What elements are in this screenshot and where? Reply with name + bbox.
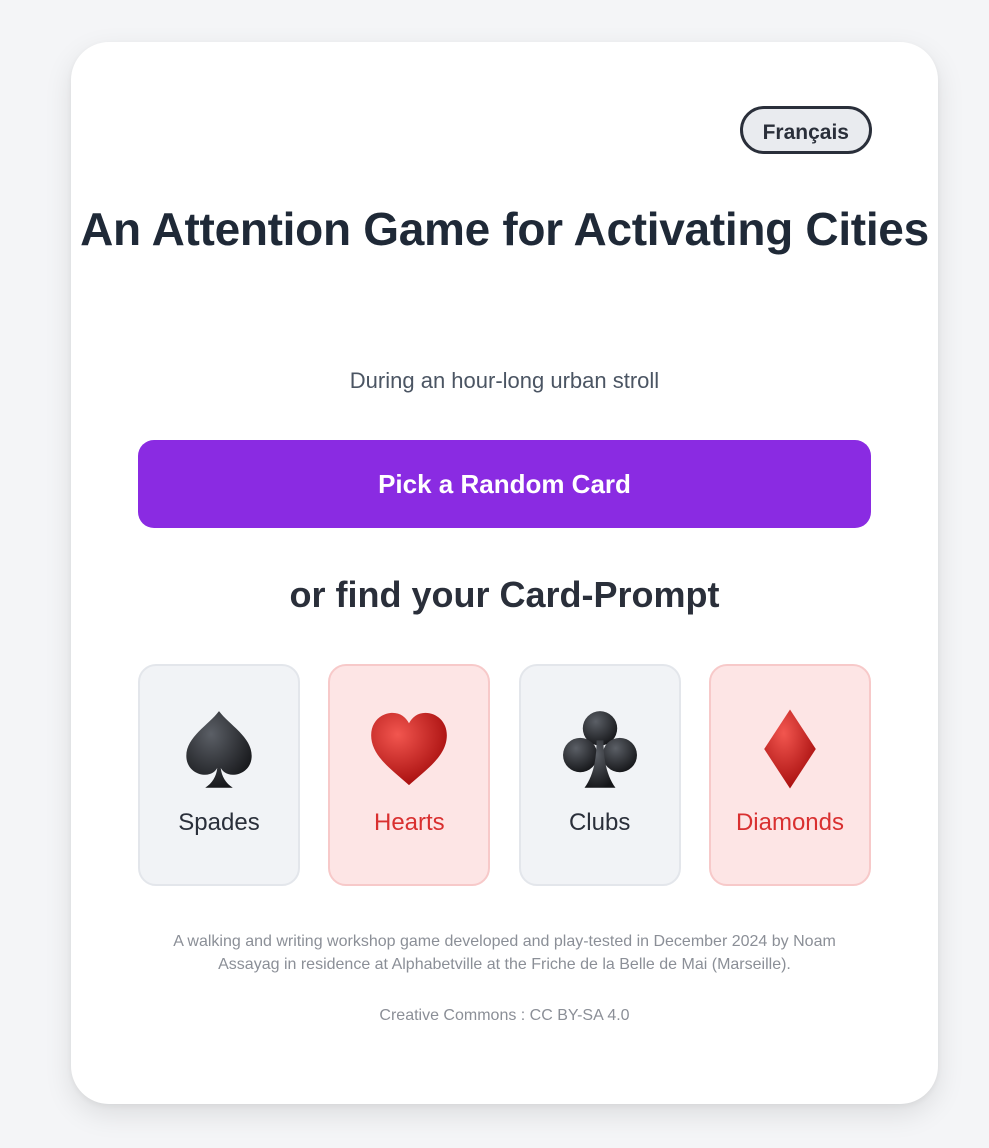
page-title: An Attention Game for Activating Cities — [80, 203, 929, 255]
suit-label-diamonds: Diamonds — [735, 809, 844, 836]
diamond-icon — [711, 704, 869, 794]
suit-card-hearts[interactable]: Hearts — [328, 664, 491, 886]
heart-icon — [330, 704, 488, 794]
suit-label-hearts: Hearts — [373, 809, 445, 836]
suit-card-spades[interactable]: Spades — [138, 664, 300, 886]
page-subtitle: During an hour-long urban stroll — [349, 368, 660, 393]
suit-label-clubs: Clubs — [568, 809, 631, 836]
suit-card-diamonds[interactable]: Diamonds — [708, 664, 871, 886]
suit-selector: Spades Hearts Clubs Diamonds — [138, 664, 871, 886]
license-text: Creative Commons : CC BY-SA 4.0 — [379, 1007, 630, 1024]
footer-description: A walking and writing workshop game deve… — [173, 933, 836, 973]
language-toggle-button[interactable]: Français — [739, 106, 872, 154]
suit-label-spades: Spades — [178, 809, 260, 836]
main-card: Français An Attention Game for Activatin… — [71, 42, 938, 1104]
find-card-heading: or find your Card-Prompt — [289, 574, 720, 615]
suit-card-clubs[interactable]: Clubs — [518, 664, 681, 886]
spade-icon — [140, 704, 298, 794]
club-icon — [521, 704, 679, 794]
pick-random-card-button[interactable]: Pick a Random Card — [138, 440, 871, 528]
